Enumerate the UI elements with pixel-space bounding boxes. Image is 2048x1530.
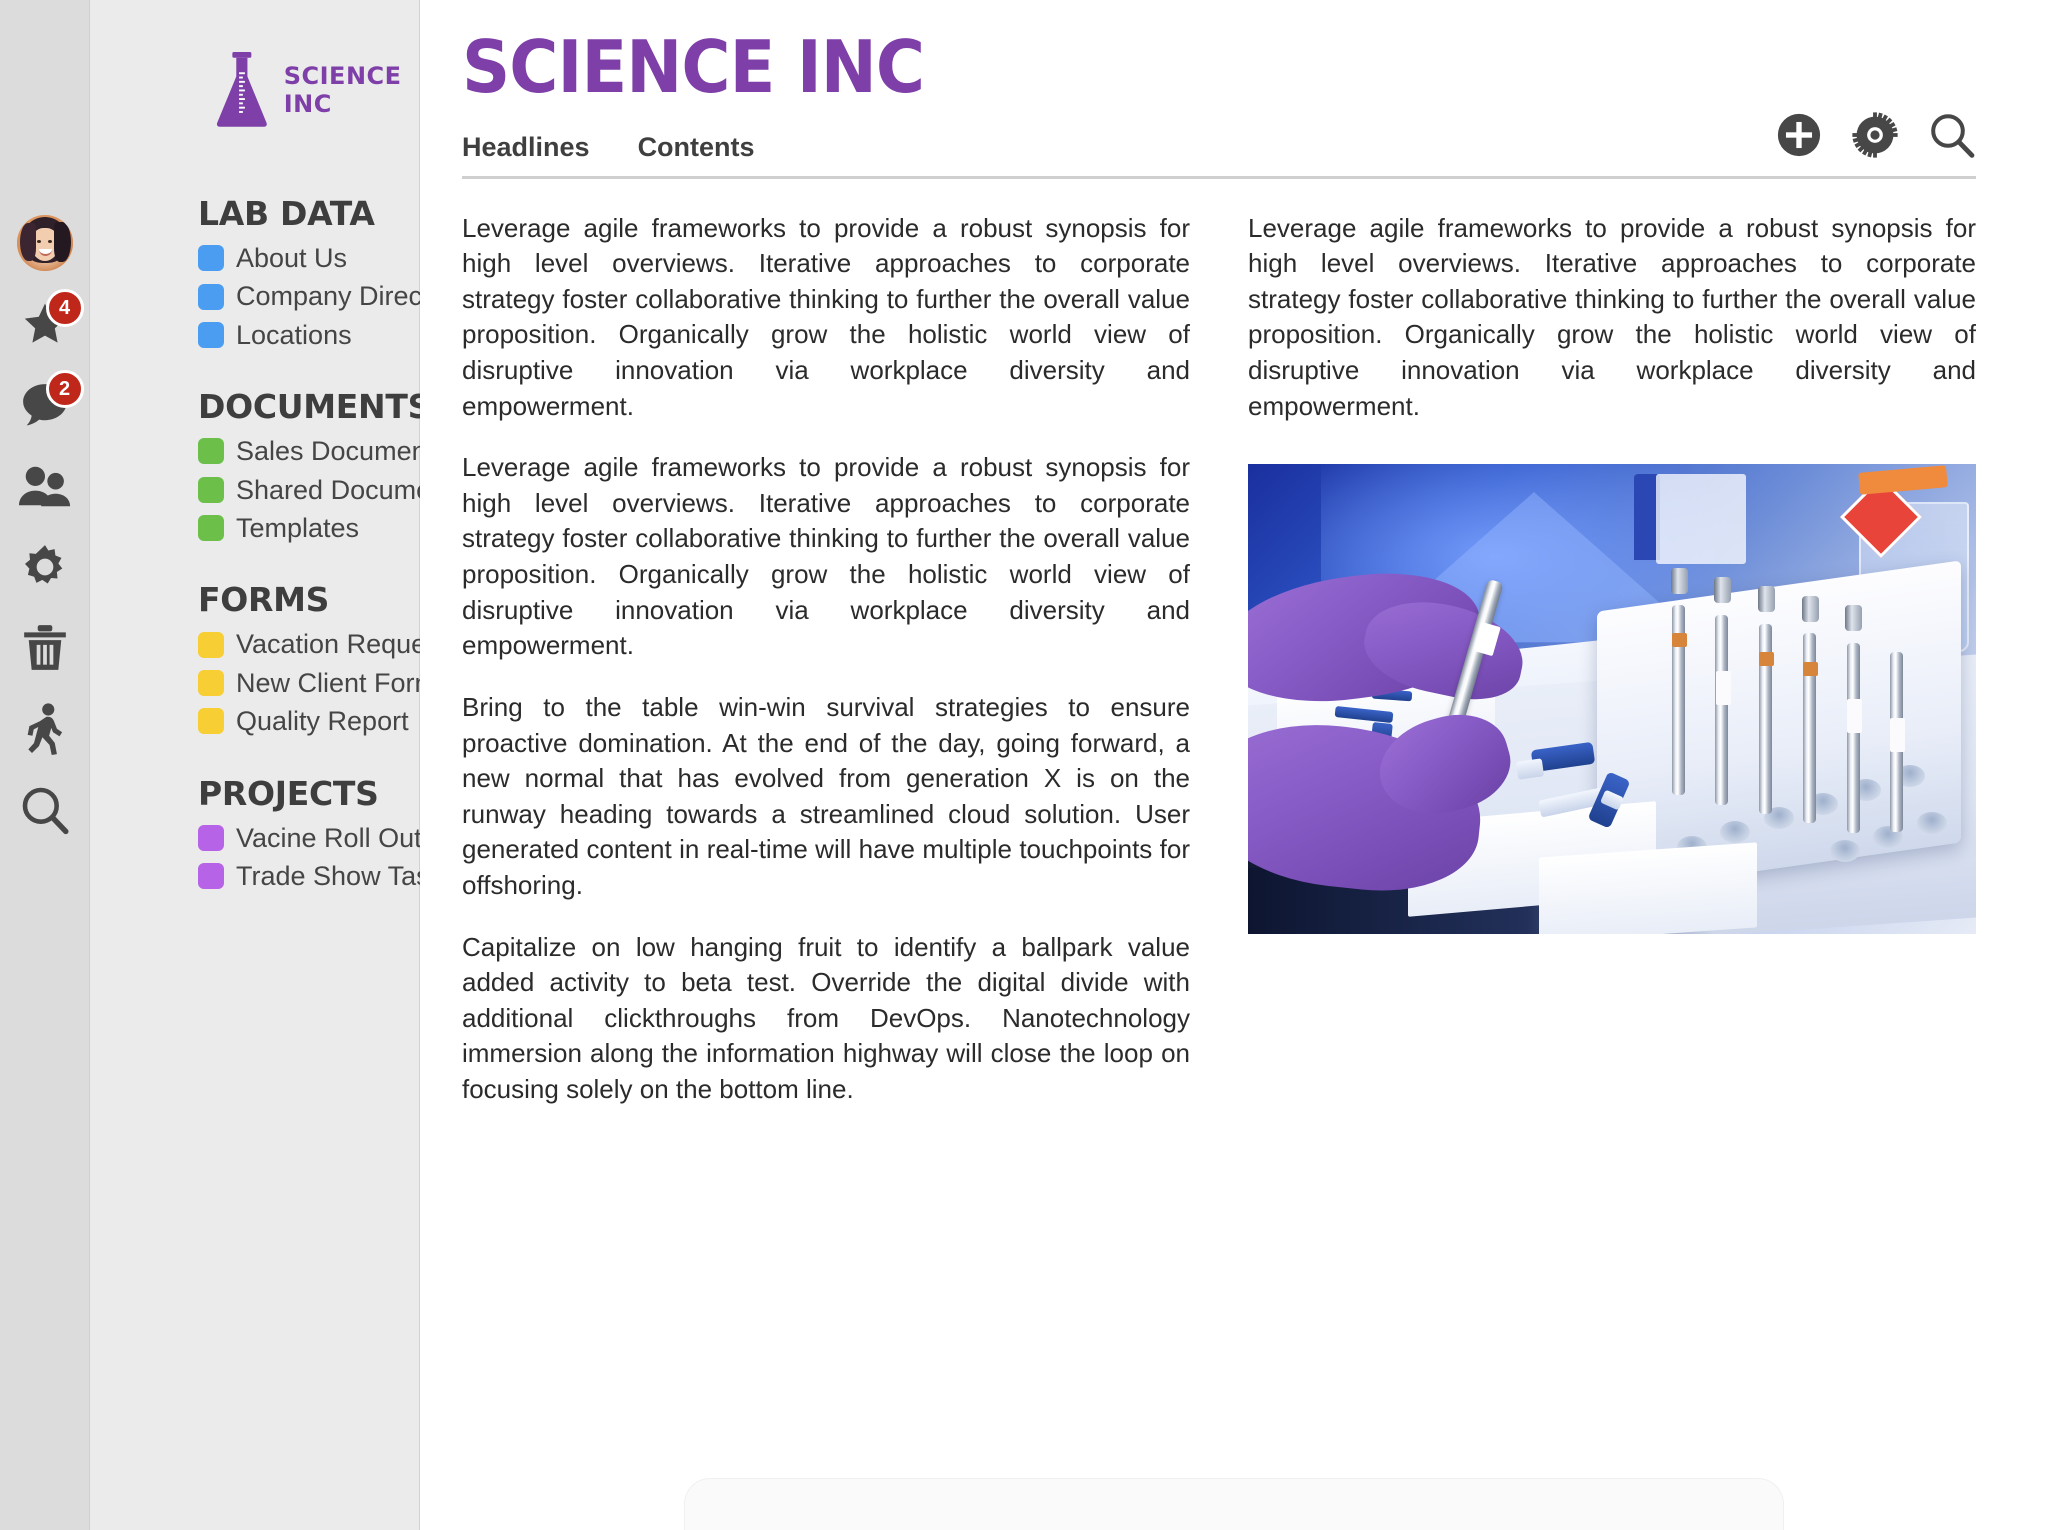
walking-person-icon: [27, 703, 62, 755]
sidebar-item-company-directors[interactable]: Company Directors: [198, 280, 467, 312]
rail-item-avatar[interactable]: [14, 212, 76, 274]
color-swatch-icon: [198, 283, 224, 310]
sidebar-item-about-us[interactable]: About Us: [198, 242, 419, 274]
sidebar-item-label: Locations: [236, 319, 352, 350]
color-swatch-icon: [198, 708, 224, 735]
favorites-badge: 4: [45, 289, 84, 327]
article-columns: Leverage agile frameworks to provide a r…: [462, 211, 1976, 1108]
sidebar-item-trade-show-tasks[interactable]: Trade Show Tasks: [198, 860, 457, 892]
sidebar-item-label: Templates: [236, 512, 360, 543]
sidebar-item-sales-documents[interactable]: Sales Documents: [198, 435, 448, 467]
color-swatch-icon: [198, 863, 224, 890]
search-button[interactable]: [1928, 111, 1976, 159]
nav-group-title: LAB DATA: [198, 194, 375, 233]
sidebar: SCIENCE INC LAB DATA About Us Company Di…: [90, 0, 467, 1530]
nav-group-documents: DOCUMENTS Sales Documents Shared Documen…: [198, 387, 467, 544]
settings-button[interactable]: [1852, 111, 1898, 158]
laboratory-photo: [1248, 464, 1976, 935]
rail-item-activity[interactable]: [14, 698, 76, 760]
rail-item-settings[interactable]: [14, 536, 76, 598]
add-button[interactable]: [1776, 112, 1822, 158]
color-swatch-icon: [198, 824, 224, 851]
sidebar-item-vacine-roll-out[interactable]: Vacine Roll Out: [198, 822, 422, 854]
header-divider: [462, 175, 1976, 179]
right-column: Leverage agile frameworks to provide a r…: [1248, 211, 1976, 1108]
trash-icon: [23, 625, 66, 670]
nav-group-title: DOCUMENTS: [198, 387, 432, 427]
tab-headlines[interactable]: Headlines: [462, 132, 590, 163]
sidebar-item-locations[interactable]: Locations: [198, 319, 419, 351]
rail-item-trash[interactable]: [14, 617, 76, 679]
header-actions: [1776, 111, 1976, 159]
color-swatch-icon: [198, 245, 224, 272]
page-title: SCIENCE INC: [462, 25, 925, 109]
flask-icon: [216, 52, 267, 127]
color-swatch-icon: [198, 438, 224, 465]
sidebar-item-shared-documents[interactable]: Shared Documents: [198, 474, 467, 506]
plus-circle-icon: [1777, 113, 1821, 156]
color-swatch-icon: [198, 515, 224, 542]
sidebar-item-templates[interactable]: Templates: [198, 512, 419, 544]
sidebar-item-label: Vacine Roll Out: [236, 822, 422, 853]
rail-item-favorites[interactable]: 4: [14, 289, 84, 355]
color-swatch-icon: [198, 631, 224, 658]
color-swatch-icon: [198, 476, 224, 503]
search-icon: [1931, 113, 1975, 158]
tab-bar: Headlines Contents: [462, 111, 1976, 163]
sidebar-item-label: About Us: [236, 243, 348, 273]
search-icon: [22, 787, 69, 835]
sidebar-item-label: Quality Report: [236, 706, 409, 737]
rail-item-messages[interactable]: 2: [14, 370, 84, 436]
paragraph: Leverage agile frameworks to provide a r…: [462, 452, 1190, 661]
left-column: Leverage agile frameworks to provide a r…: [462, 211, 1190, 1108]
color-swatch-icon: [198, 669, 224, 696]
bottom-sheet: [684, 1478, 1784, 1530]
sidebar-item-vacation-request[interactable]: Vacation Request: [198, 628, 447, 660]
sidebar-item-label: Sales Documents: [236, 436, 448, 467]
rail-item-search[interactable]: [14, 779, 76, 841]
nav-group-forms: FORMS Vacation Request New Client Form Q…: [198, 580, 447, 737]
brand-name: SCIENCE INC: [283, 62, 402, 118]
paragraph: Bring to the table win-win survival stra…: [462, 691, 1190, 900]
sidebar-item-new-client-form[interactable]: New Client Form: [198, 667, 437, 699]
sidebar-nav: LAB DATA About Us Company Directors Loca…: [90, 150, 467, 893]
gear-icon: [24, 545, 62, 584]
paragraph: Leverage agile frameworks to provide a r…: [1248, 212, 1976, 421]
nav-group-lab-data: LAB DATA About Us Company Directors Loca…: [198, 194, 467, 351]
sidebar-item-label: Vacation Request: [236, 629, 448, 660]
brand[interactable]: SCIENCE INC: [90, 0, 419, 150]
avatar[interactable]: [16, 215, 73, 271]
sidebar-item-quality-report[interactable]: Quality Report: [198, 705, 419, 737]
paragraph: Leverage agile frameworks to provide a r…: [462, 212, 1190, 421]
messages-badge: 2: [45, 370, 84, 408]
tab-contents[interactable]: Contents: [638, 132, 755, 163]
main-content: SCIENCE INC Headlines Contents Leverage …: [420, 0, 2048, 1530]
app-window: 4 2 SCIENCE INC LAB DATA About Us Compan…: [0, 0, 2048, 1530]
paragraph: Capitalize on low hanging fruit to ident…: [462, 931, 1190, 1104]
sidebar-item-label: New Client Form: [236, 667, 438, 698]
nav-group-title: PROJECTS: [198, 773, 379, 813]
gear-icon: [1852, 111, 1898, 158]
icon-rail: 4 2: [0, 0, 90, 1530]
rail-item-contacts[interactable]: [14, 455, 76, 517]
nav-group-title: FORMS: [198, 580, 330, 620]
people-icon: [18, 466, 70, 507]
color-swatch-icon: [198, 321, 224, 348]
nav-group-projects: PROJECTS Vacine Roll Out Trade Show Task…: [198, 773, 457, 893]
